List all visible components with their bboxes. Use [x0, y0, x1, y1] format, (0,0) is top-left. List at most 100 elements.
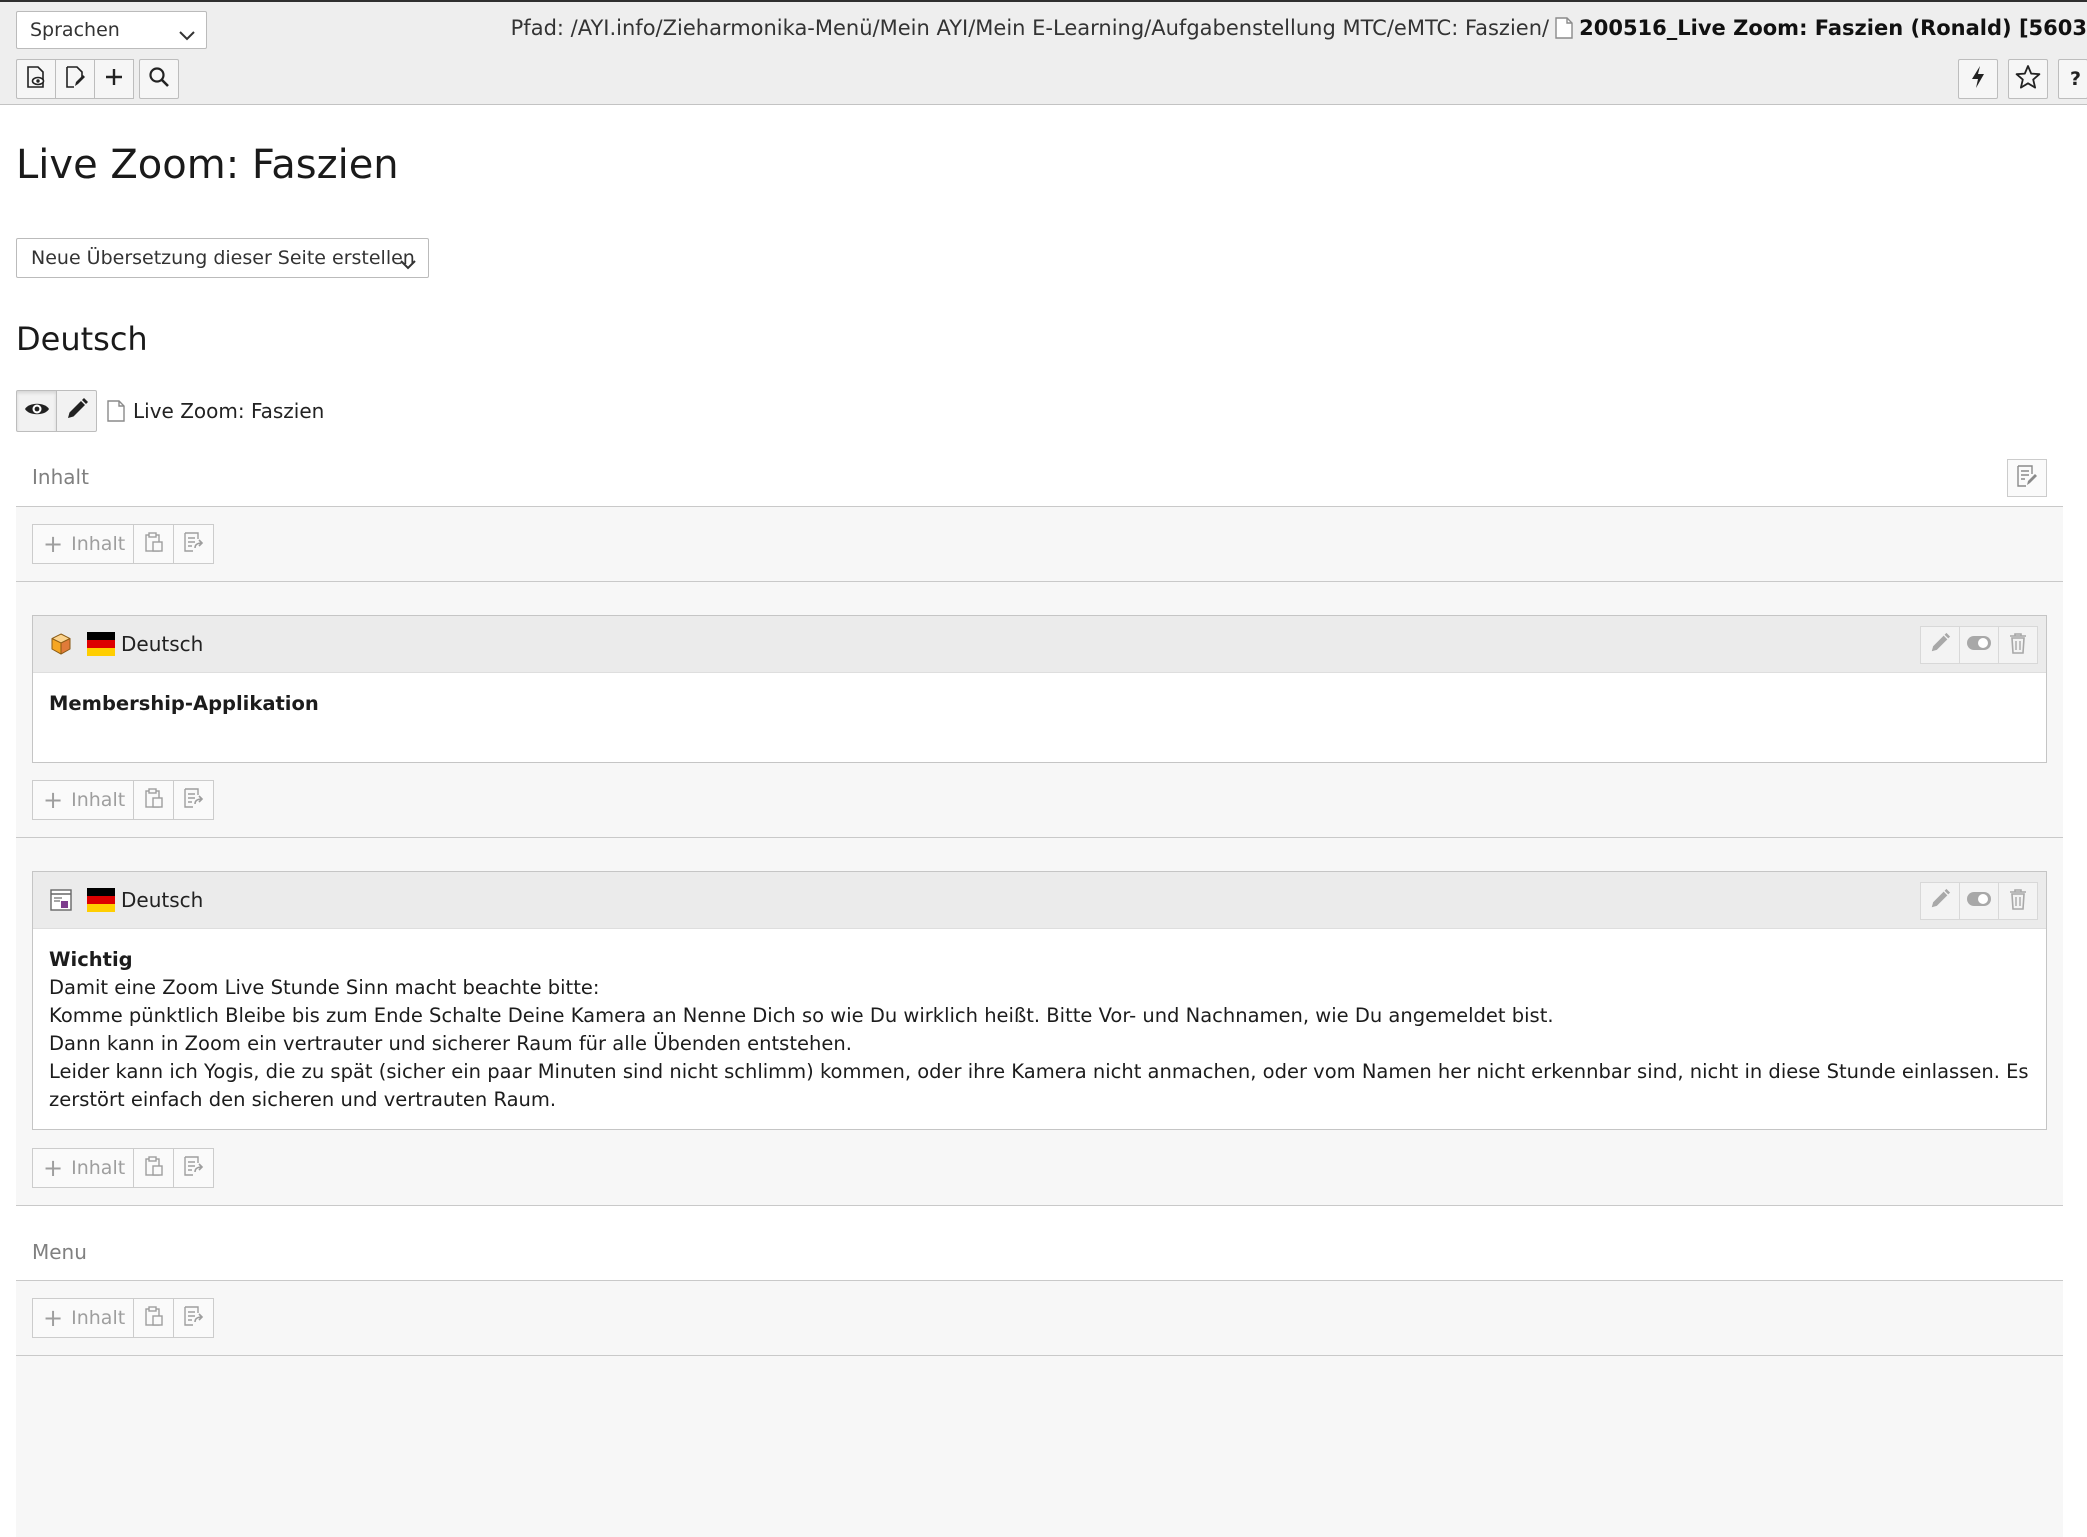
paste-button[interactable]	[133, 781, 173, 819]
delete-element-button[interactable]	[1998, 882, 2038, 920]
pencil-icon	[1929, 632, 1951, 658]
edit-element-button[interactable]	[1920, 626, 1960, 664]
new-content-button[interactable]: + Inhalt	[33, 525, 133, 563]
lightning-icon	[1968, 65, 1988, 93]
clipboard-icon	[144, 1155, 164, 1182]
new-record-button[interactable]	[94, 59, 134, 99]
breadcrumb-path: Pfad: /AYI.info/Zieharmonika-Menü/Mein A…	[510, 16, 1550, 40]
header-left-buttons	[16, 59, 179, 99]
edit-column-button[interactable]	[2007, 459, 2047, 497]
bookmark-button[interactable]	[2008, 59, 2048, 99]
content-element-body: Wichtig Damit eine Zoom Live Stunde Sinn…	[33, 929, 2046, 1128]
column-divider	[16, 1280, 2063, 1281]
add-content-group: + Inhalt	[32, 1298, 215, 1338]
content-element-heading: Wichtig	[49, 948, 133, 971]
plus-icon	[103, 66, 125, 92]
content-text-line: Damit eine Zoom Live Stunde Sinn macht b…	[49, 976, 600, 999]
paste-button[interactable]	[133, 525, 173, 563]
column-divider	[16, 1355, 2063, 1356]
clipboard-icon	[144, 531, 164, 558]
toggle-icon	[1966, 891, 1992, 911]
language-select[interactable]: Sprachen	[16, 11, 207, 49]
edit-page-icon	[63, 65, 87, 93]
delete-element-button[interactable]	[1998, 626, 2038, 664]
view-page-icon	[24, 65, 48, 93]
search-button[interactable]	[139, 59, 179, 99]
clear-cache-button[interactable]	[1958, 59, 1998, 99]
german-flag-icon	[87, 888, 115, 912]
content-plugin-icon	[49, 888, 73, 912]
german-flag-icon	[87, 632, 115, 656]
plus-icon: +	[43, 1304, 64, 1332]
new-content-label: Inhalt	[71, 789, 126, 811]
paste-reference-button[interactable]	[173, 1299, 213, 1337]
edit-element-button[interactable]	[1920, 882, 1960, 920]
new-translation-select[interactable]: Neue Übersetzung dieser Seite erstellen	[16, 238, 429, 278]
page-icon	[107, 400, 125, 422]
trash-icon	[2008, 632, 2028, 658]
chevron-down-icon	[177, 21, 197, 57]
language-heading: Deutsch	[16, 320, 148, 358]
paste-button[interactable]	[133, 1149, 173, 1187]
plus-icon: +	[43, 786, 64, 814]
paste-button[interactable]	[133, 1299, 173, 1337]
paste-reference-icon	[183, 531, 205, 558]
row-divider	[16, 581, 2063, 582]
content-element[interactable]: Deutsch Membership-Applikation	[32, 615, 2047, 763]
edit-button[interactable]	[56, 390, 97, 432]
edit-page-button[interactable]	[55, 59, 95, 99]
page-icon	[1555, 17, 1573, 44]
content-text-line: Dann kann in Zoom ein vertrauter und sic…	[49, 1032, 852, 1055]
content-element-language: Deutsch	[121, 632, 204, 656]
add-content-group: + Inhalt	[32, 780, 215, 820]
paste-reference-button[interactable]	[173, 781, 213, 819]
new-content-button[interactable]: + Inhalt	[33, 1299, 133, 1337]
page-record-row: Live Zoom: Faszien	[16, 390, 324, 432]
add-content-group: + Inhalt	[32, 1148, 215, 1188]
view-page-button[interactable]	[16, 59, 56, 99]
content-element[interactable]: Deutsch Wichtig Damit eine Zoom Live Stu…	[32, 871, 2047, 1130]
star-icon	[2015, 64, 2041, 94]
content-element-language: Deutsch	[121, 888, 204, 912]
view-button[interactable]	[16, 390, 57, 432]
content-text-line: Komme pünktlich Bleibe bis zum Ende Scha…	[49, 1004, 1554, 1027]
language-select-value: Sprachen	[30, 19, 120, 41]
paste-reference-button[interactable]	[173, 525, 213, 563]
content-box-icon	[49, 632, 73, 656]
breadcrumb-record-title: 200516_Live Zoom: Faszien (Ronald) [5603	[1579, 16, 2087, 40]
pencil-icon	[1929, 888, 1951, 914]
page-record-title: Live Zoom: Faszien	[133, 399, 325, 423]
page-title: Live Zoom: Faszien	[16, 142, 399, 188]
content-element-heading: Membership-Applikation	[49, 692, 319, 715]
help-button[interactable]: ?	[2058, 59, 2087, 99]
toggle-visibility-button[interactable]	[1959, 626, 1999, 664]
column-title: Menu	[32, 1240, 87, 1264]
content-element-header: Deutsch	[33, 872, 2046, 929]
content-element-header: Deutsch	[33, 616, 2046, 673]
paste-reference-icon	[183, 1155, 205, 1182]
edit-column-icon	[2015, 464, 2039, 493]
column-header-inhalt: Inhalt	[16, 459, 2063, 506]
search-icon	[147, 65, 171, 93]
add-content-group: + Inhalt	[32, 524, 215, 564]
content-element-actions	[1920, 882, 2038, 920]
clipboard-icon	[144, 1305, 164, 1332]
header-right-buttons: ?	[1958, 59, 2087, 99]
new-content-button[interactable]: + Inhalt	[33, 1149, 133, 1187]
help-icon: ?	[2070, 68, 2082, 90]
pencil-icon	[65, 397, 89, 425]
content-element-actions	[1920, 626, 2038, 664]
content-element-body: Membership-Applikation	[33, 673, 2046, 732]
plus-icon: +	[43, 1154, 64, 1182]
module-docheader: Sprachen Pfad: /AYI.info/Zieharmonika-Me…	[0, 0, 2087, 105]
page-record-buttons	[16, 390, 97, 432]
new-translation-select-value: Neue Übersetzung dieser Seite erstellen	[31, 247, 415, 269]
new-content-label: Inhalt	[71, 533, 126, 555]
new-content-button[interactable]: + Inhalt	[33, 781, 133, 819]
paste-reference-icon	[183, 787, 205, 814]
row-divider	[16, 837, 2063, 838]
clipboard-icon	[144, 787, 164, 814]
paste-reference-button[interactable]	[173, 1149, 213, 1187]
plus-icon: +	[43, 530, 64, 558]
toggle-visibility-button[interactable]	[1959, 882, 1999, 920]
